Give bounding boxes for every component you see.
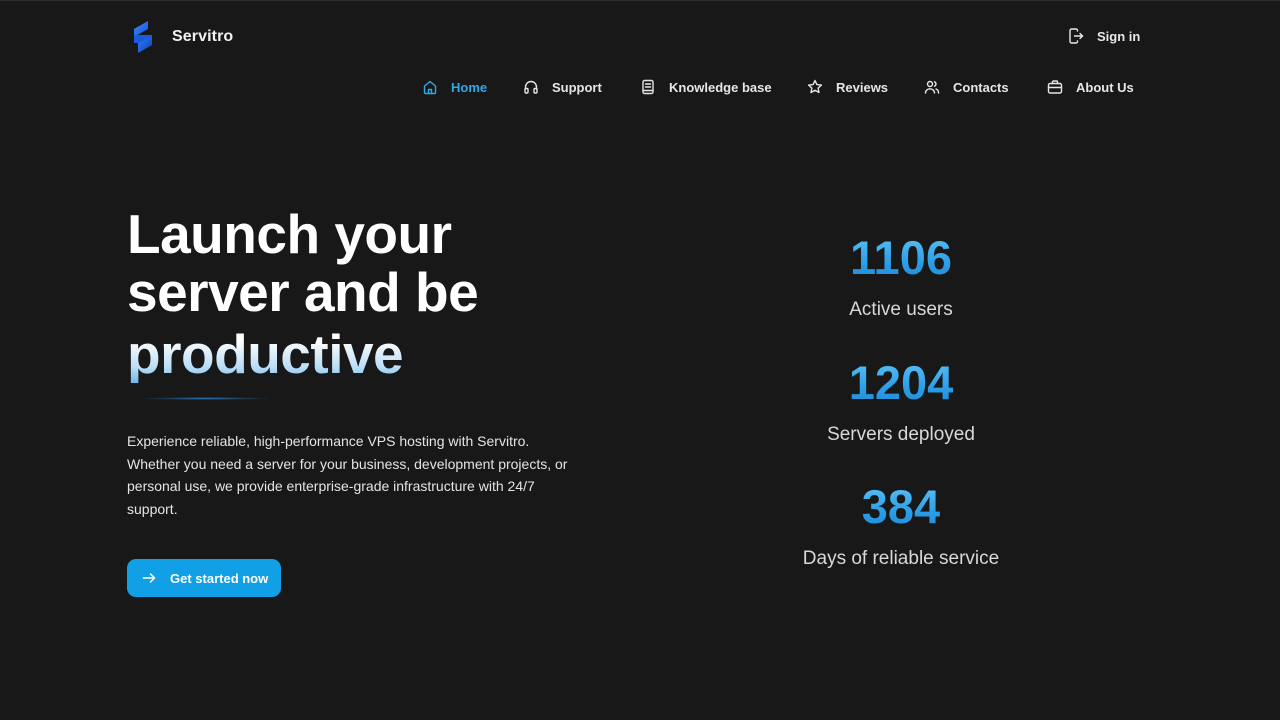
nav-item-label: Contacts [953,79,1009,95]
sign-in-label: Sign in [1097,28,1141,44]
stat-value: 1204 [741,357,1061,409]
sign-in-icon [1069,28,1084,44]
hero-description: Experience reliable, high-performance VP… [127,433,568,517]
nav-item-label: Support [552,79,602,95]
servitro-logo-icon [134,21,152,53]
brand-logo[interactable]: Servitro [134,21,233,53]
nav-item-contacts[interactable]: Contacts [924,79,1009,95]
stat-label: Active users [849,299,953,320]
nav-item-label: About Us [1076,79,1134,95]
nav-item-label: Reviews [836,79,889,95]
stat-servers-deployed: 1204 Servers deployed [741,357,1061,447]
main-nav: Home Support Knowledge base Reviews Cont… [0,79,1280,101]
briefcase-icon [1047,80,1063,94]
stat-value: 384 [741,481,1061,533]
stat-days-service: 384 Days of reliable service [741,481,1061,571]
headphones-icon [524,80,538,94]
page: Servitro Sign in Home Support Knowledge … [0,0,1280,720]
brand-name: Servitro [172,28,234,45]
get-started-button[interactable]: Get started now [127,559,281,597]
nav-item-support[interactable]: Support [523,79,602,95]
nav-item-label: Home [451,79,488,95]
hero-title: Launch your server and be productive [127,205,647,383]
nav-item-knowledge-base[interactable]: Knowledge base [640,79,772,95]
stat-value: 1106 [741,232,1061,284]
title-glow-divider [140,397,270,400]
stat-active-users: 1106 Active users [741,232,1061,322]
hero-title-line: server and be [127,261,479,323]
nav-item-about-us[interactable]: About Us [1047,79,1134,95]
stat-label: Servers deployed [827,424,975,445]
stat-label: Days of reliable service [802,548,1000,569]
users-icon [924,80,940,94]
nav-item-reviews[interactable]: Reviews [807,79,888,95]
home-icon [423,80,437,95]
get-started-label: Get started now [170,570,269,586]
nav-item-home[interactable]: Home [422,79,487,95]
arrow-right-icon [142,573,156,583]
sign-in-link[interactable]: Sign in [1068,28,1140,44]
hero-title-line: Launch your [127,203,452,265]
hero-title-line: productive [127,321,647,383]
nav-item-label: Knowledge base [669,79,772,95]
star-icon [807,79,823,94]
book-icon [642,79,654,95]
